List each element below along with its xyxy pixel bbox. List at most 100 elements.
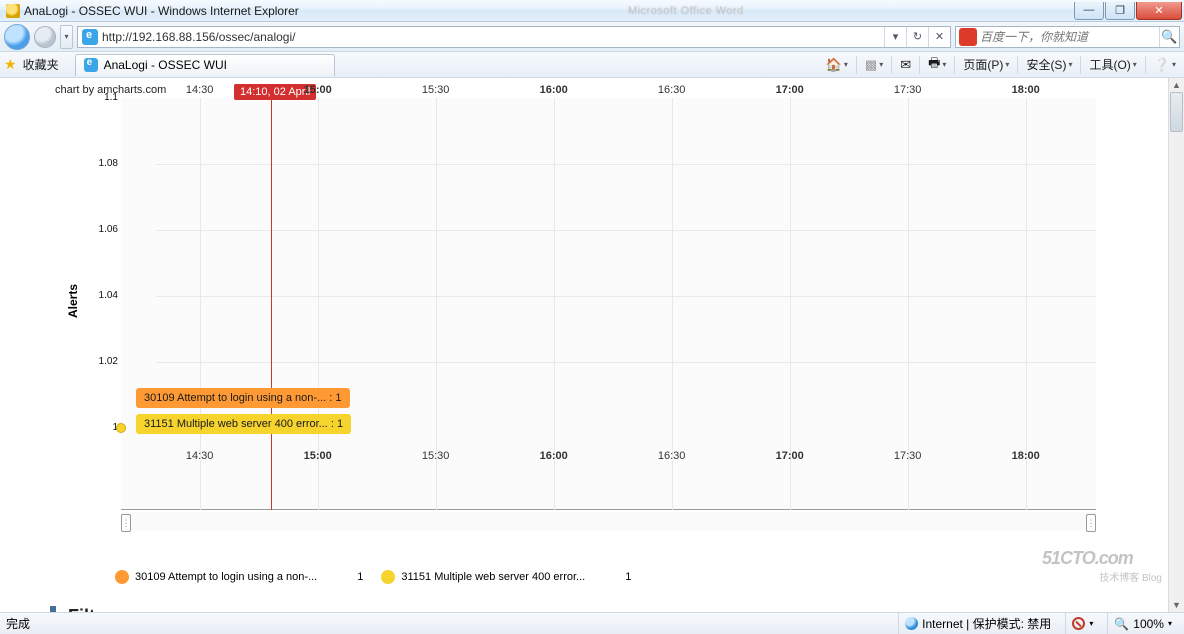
gridline: [156, 296, 1096, 297]
scroll-up-button[interactable]: ▲: [1169, 78, 1184, 92]
x-tick: 17:00: [776, 450, 804, 548]
x-tick-top: 16:00: [540, 84, 568, 96]
x-tick-top: 14:30: [186, 84, 214, 96]
tab-favicon: [84, 58, 98, 72]
history-dropdown[interactable]: ▾: [60, 25, 73, 49]
search-input[interactable]: [980, 30, 1159, 44]
page-menu[interactable]: 页面(P) ▾: [959, 54, 1013, 76]
help-icon: ❔: [1154, 57, 1170, 73]
separator: [1145, 56, 1146, 74]
close-button[interactable]: ✕: [1136, 2, 1182, 20]
print-button[interactable]: 🖶▾: [924, 54, 950, 76]
rss-icon: ▩: [865, 57, 877, 73]
status-bar: 完成 Internet | 保护模式: 禁用 ▾ 🔍 100% ▾: [0, 612, 1184, 634]
watermark-small: 技术博客 Blog: [1042, 569, 1162, 584]
x-tick-top: 16:30: [658, 84, 686, 96]
separator: [1017, 56, 1018, 74]
vertical-scrollbar[interactable]: ▲ ▼: [1168, 78, 1184, 612]
chart-cursor[interactable]: [271, 98, 272, 510]
scrollbar-right-handle[interactable]: ⋮: [1086, 514, 1096, 532]
x-tick-top: 17:30: [894, 84, 922, 96]
status-protected-mode-icon[interactable]: ▾: [1065, 613, 1099, 634]
safety-menu[interactable]: 安全(S) ▾: [1022, 54, 1076, 76]
home-icon: 🏠: [826, 57, 842, 73]
app-favicon: [6, 4, 20, 18]
x-tick: 14:30: [186, 450, 214, 548]
stop-button[interactable]: ✕: [928, 27, 950, 47]
address-bar[interactable]: http://192.168.88.156/ossec/analogi/ ▾ ↻…: [77, 26, 951, 48]
tools-menu[interactable]: 工具(O) ▾: [1085, 54, 1140, 76]
mail-button[interactable]: ✉: [896, 54, 915, 76]
separator: [1080, 56, 1081, 74]
y-axis-label: Alerts: [66, 284, 80, 318]
search-box[interactable]: 🔍: [955, 26, 1180, 48]
maximize-button[interactable]: ❐: [1105, 2, 1135, 20]
chart-tooltip-yellow: 31151 Multiple web server 400 error... :…: [136, 414, 351, 434]
y-tick: 1.1: [104, 92, 118, 103]
browser-navbar: ▾ http://192.168.88.156/ossec/analogi/ ▾…: [0, 22, 1184, 52]
status-zone-text: Internet | 保护模式: 禁用: [922, 615, 1051, 632]
x-tick: 16:30: [658, 450, 686, 548]
page-content: chart by amcharts.com Alerts 1.1 1.08 1.…: [0, 78, 1168, 612]
x-tick: 18:00: [1012, 450, 1040, 548]
gridline: [156, 230, 1096, 231]
x-tick: 16:00: [540, 450, 568, 548]
separator: [954, 56, 955, 74]
feeds-button[interactable]: ▩▾: [861, 54, 887, 76]
mail-icon: ✉: [900, 57, 911, 73]
ie-icon: [82, 29, 98, 45]
x-tick-top: 18:00: [1012, 84, 1040, 96]
gridline: [156, 164, 1096, 165]
chart-legend: 30109 Attempt to login using a non-... 1…: [115, 570, 631, 584]
help-button[interactable]: ❔▾: [1150, 54, 1180, 76]
favorites-star-icon[interactable]: ★: [4, 56, 17, 73]
chart-plot-area: [121, 98, 1096, 510]
gridline: [156, 362, 1096, 363]
safety-menu-label: 安全(S): [1026, 56, 1066, 73]
x-tick-top: 15:30: [422, 84, 450, 96]
x-tick-top: 15:00: [304, 84, 332, 96]
scroll-down-button[interactable]: ▼: [1169, 598, 1184, 612]
status-done: 完成: [6, 615, 30, 632]
minimize-button[interactable]: —: [1074, 2, 1104, 20]
print-icon: 🖶: [928, 54, 940, 76]
y-tick: 1.04: [99, 290, 118, 301]
window-titlebar: AnaLogi - OSSEC WUI - Windows Internet E…: [0, 0, 1184, 22]
status-zoom[interactable]: 🔍 100% ▾: [1107, 613, 1178, 634]
y-tick: 1.06: [99, 224, 118, 235]
page-menu-label: 页面(P): [963, 56, 1003, 73]
x-tick: 15:00: [304, 450, 332, 548]
chart-scrollbar[interactable]: ⋮ ⋮: [121, 512, 1096, 530]
scroll-thumb[interactable]: [1170, 92, 1183, 132]
legend-label: 30109 Attempt to login using a non-...: [135, 571, 317, 583]
zoom-value: 100%: [1133, 617, 1164, 631]
chart-tooltip-orange: 30109 Attempt to login using a non-... :…: [136, 388, 350, 408]
search-go[interactable]: 🔍: [1159, 27, 1179, 47]
legend-item[interactable]: 31151 Multiple web server 400 error... 1: [381, 570, 631, 584]
back-button[interactable]: [4, 24, 30, 50]
alerts-chart[interactable]: Alerts 1.1 1.08 1.06 1.04 1.02 1 14:10, …: [86, 98, 1096, 530]
legend-swatch-yellow: [381, 570, 395, 584]
home-button[interactable]: 🏠▾: [822, 54, 852, 76]
y-tick: 1.02: [99, 356, 118, 367]
favorites-label[interactable]: 收藏夹: [23, 56, 59, 73]
legend-swatch-orange: [115, 570, 129, 584]
url-text: http://192.168.88.156/ossec/analogi/: [102, 30, 884, 44]
zoom-icon: 🔍: [1114, 617, 1129, 631]
separator: [856, 56, 857, 74]
legend-label: 31151 Multiple web server 400 error...: [401, 571, 585, 583]
legend-item[interactable]: 30109 Attempt to login using a non-... 1: [115, 570, 363, 584]
legend-value: 1: [357, 571, 363, 583]
tab-title: AnaLogi - OSSEC WUI: [104, 58, 227, 72]
scrollbar-left-handle[interactable]: ⋮: [121, 514, 131, 532]
x-tick: 17:30: [894, 450, 922, 548]
status-zone[interactable]: Internet | 保护模式: 禁用: [898, 613, 1057, 634]
legend-value: 1: [625, 571, 631, 583]
y-tick: 1.08: [99, 158, 118, 169]
forward-button[interactable]: [34, 26, 56, 48]
addr-dropdown[interactable]: ▾: [884, 27, 906, 47]
watermark: 51CTO.com 技术博客 Blog: [1042, 548, 1162, 586]
background-app-hint: Microsoft Office Word: [299, 5, 1073, 17]
browser-tab[interactable]: AnaLogi - OSSEC WUI: [75, 54, 335, 76]
refresh-button[interactable]: ↻: [906, 27, 928, 47]
